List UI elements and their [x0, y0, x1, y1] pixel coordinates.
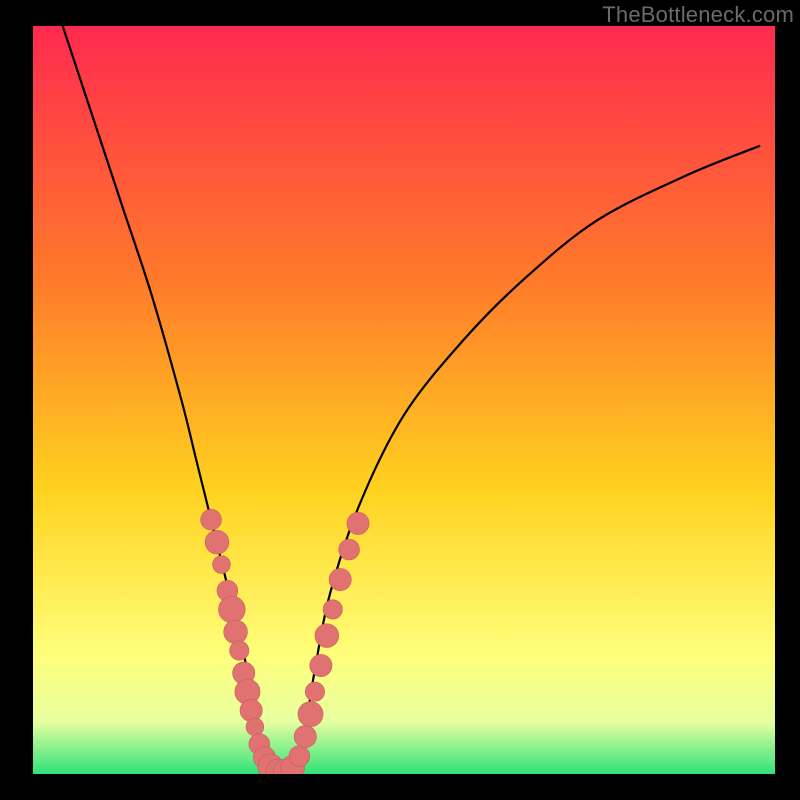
curve-marker: [289, 746, 310, 767]
curve-marker: [329, 568, 351, 590]
watermark-text: TheBottleneck.com: [602, 2, 794, 28]
chart-svg: [33, 26, 775, 774]
curve-marker: [201, 509, 222, 530]
curve-marker: [305, 682, 324, 701]
curve-marker: [230, 641, 249, 660]
curve-marker: [294, 725, 316, 747]
outer-black-frame: TheBottleneck.com: [0, 0, 800, 800]
curve-marker: [323, 600, 342, 619]
curve-marker: [213, 556, 231, 574]
curve-marker: [205, 530, 229, 554]
curve-marker: [315, 624, 339, 648]
curve-marker: [219, 596, 246, 623]
gradient-background: [33, 26, 775, 774]
bottleneck-chart: [33, 26, 775, 774]
curve-marker: [298, 702, 323, 727]
curve-marker: [240, 699, 262, 721]
curve-marker: [246, 718, 264, 736]
curve-marker: [347, 512, 369, 534]
curve-marker: [339, 539, 360, 560]
curve-marker: [310, 654, 332, 676]
curve-marker: [224, 620, 248, 644]
